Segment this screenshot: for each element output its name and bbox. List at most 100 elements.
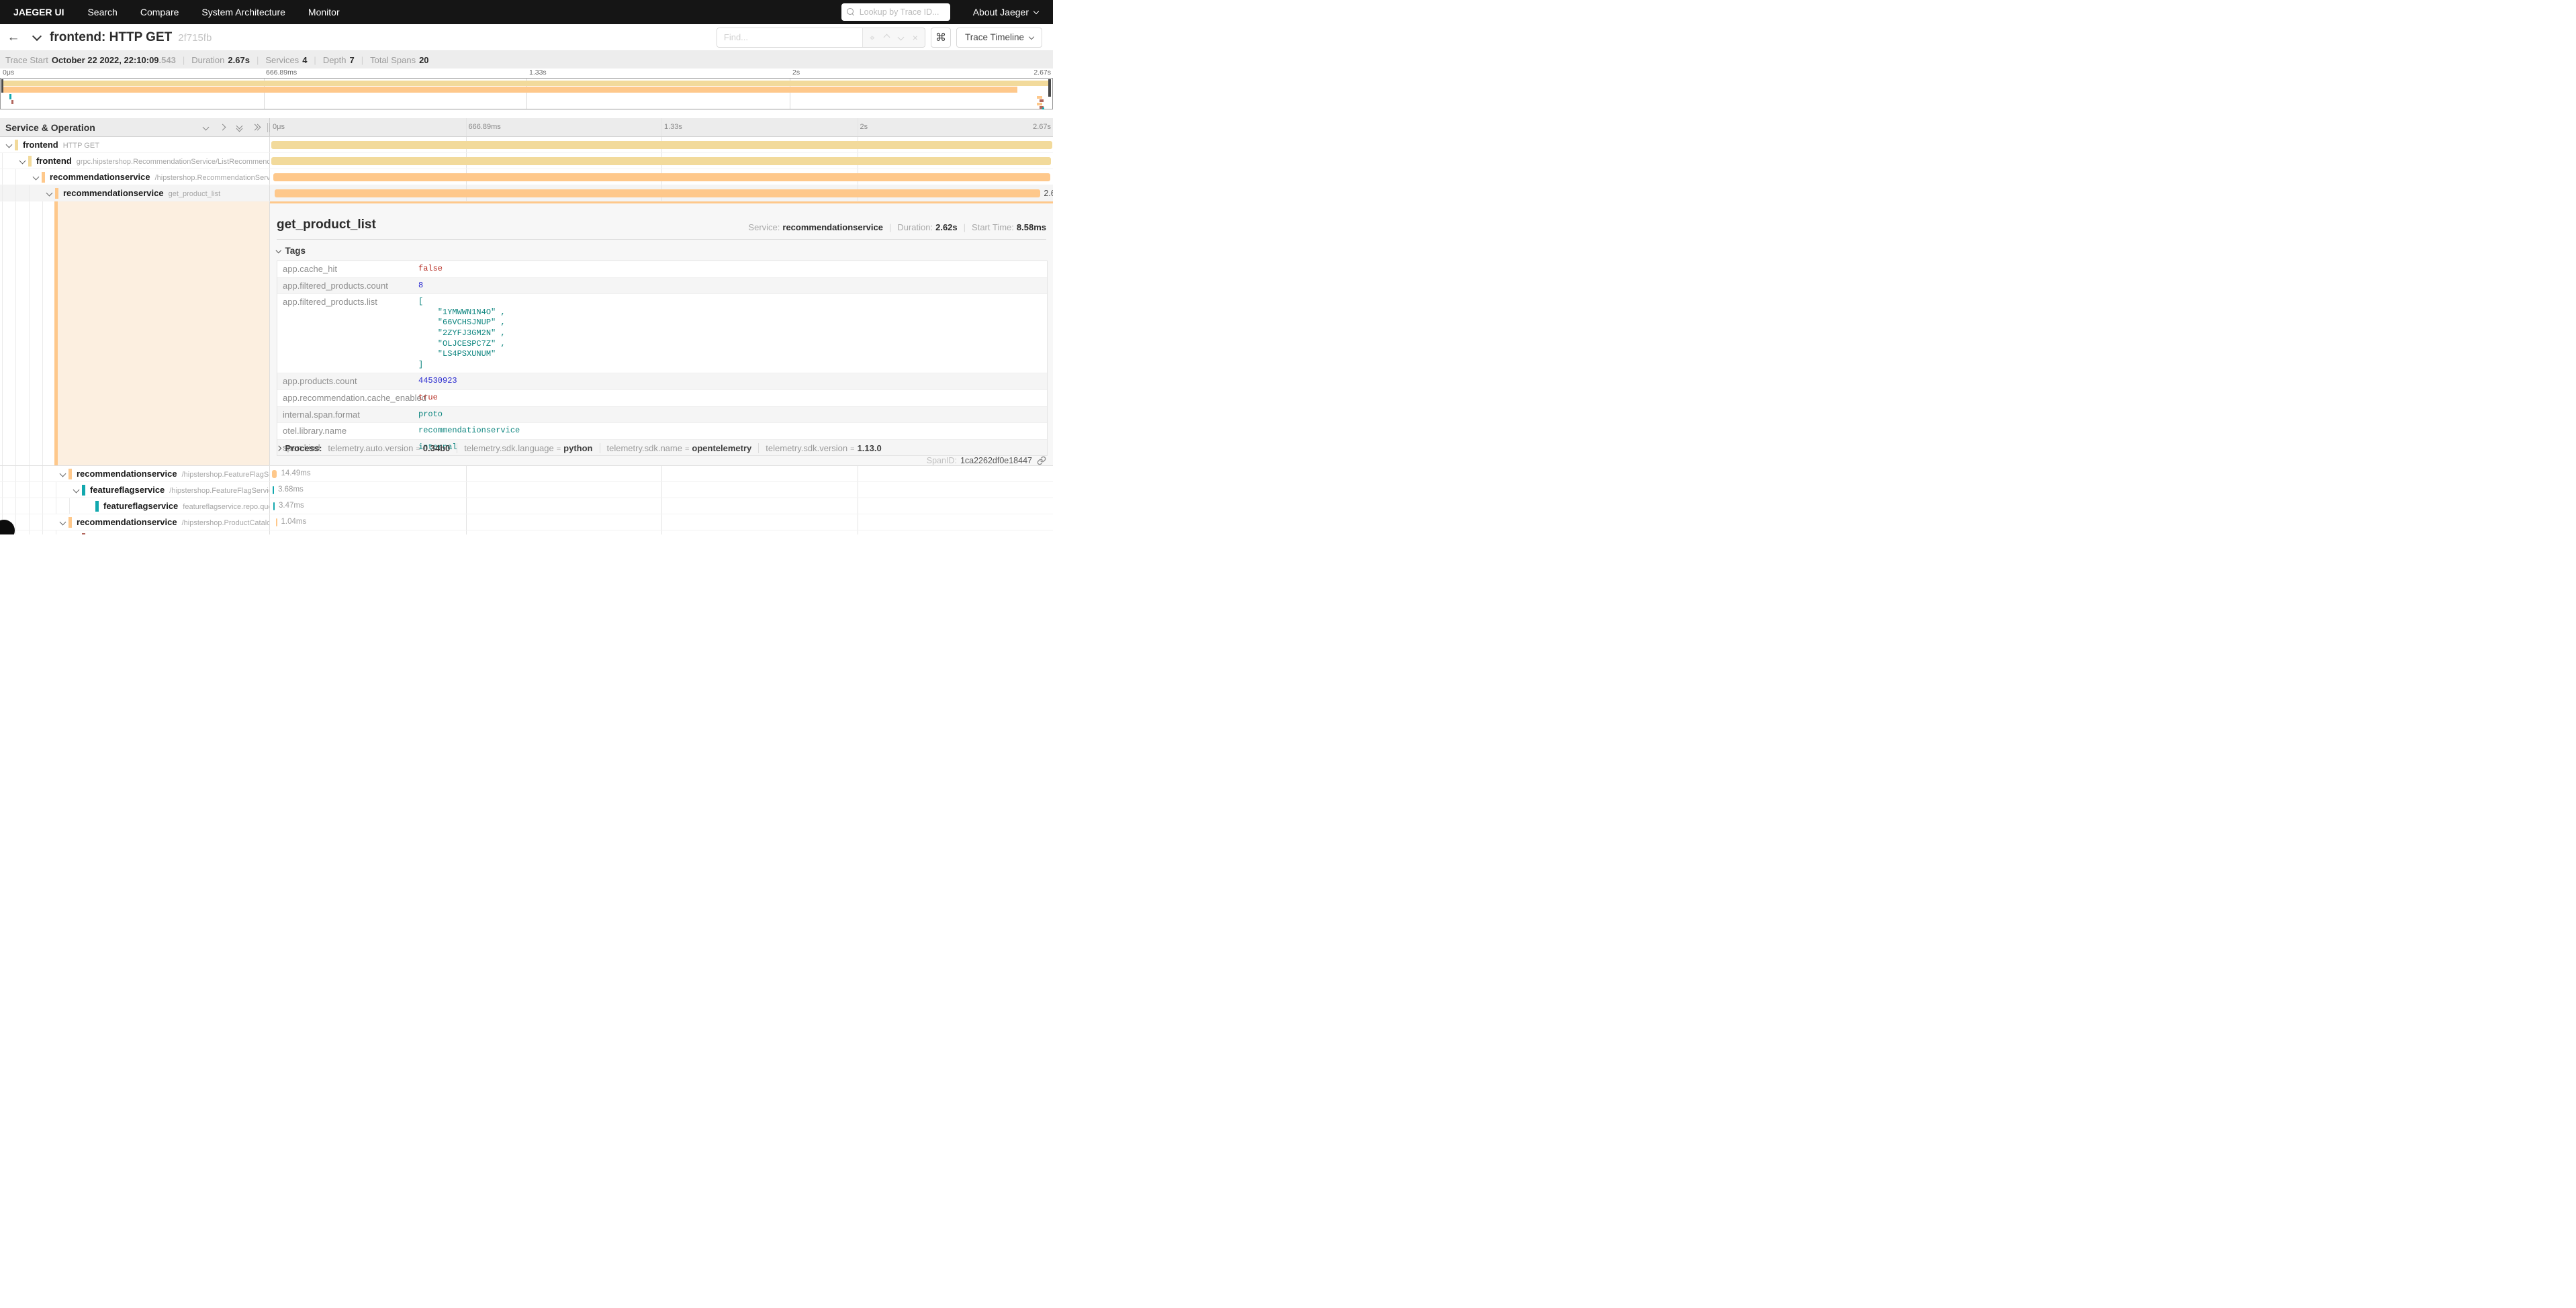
span-timeline-cell[interactable]	[270, 169, 1053, 185]
span-timeline-cell[interactable]: 2.62s	[270, 185, 1053, 201]
nav-item-monitor[interactable]: Monitor	[297, 7, 351, 17]
span-row[interactable]: frontendHTTP GET	[0, 137, 1053, 153]
collapse-trace-chevron-icon[interactable]	[32, 31, 42, 40]
minimap-left-scrubber[interactable]	[1, 79, 3, 93]
prev-result-icon[interactable]	[883, 34, 890, 41]
span-operation-name: /hipstershop.FeatureFlagService/Ge...	[169, 487, 270, 495]
span-timeline-cell[interactable]: 14.49ms	[270, 466, 1053, 481]
span-row[interactable]: recommendationservice/hipstershop.Recomm…	[0, 169, 1053, 185]
process-section-toggle[interactable]: Process:telemetry.auto.version=0.34b0tel…	[277, 443, 882, 453]
span-row[interactable]	[0, 530, 1053, 534]
trace-id: 2f715fb	[178, 32, 212, 44]
tags-section-toggle[interactable]: Tags	[277, 246, 306, 256]
span-name-cell[interactable]: recommendationservice/hipstershop.Produc…	[0, 514, 270, 530]
span-collapse-chevron-icon[interactable]	[19, 158, 26, 165]
tag-row: app.recommendation.cache_enabledtrue	[277, 390, 1047, 407]
indent-guide	[15, 514, 16, 530]
back-button[interactable]: ←	[0, 30, 27, 45]
span-name-cell[interactable]: recommendationservice/hipstershop.Featur…	[0, 466, 270, 481]
span-duration-bar[interactable]	[271, 141, 1052, 149]
span-duration-bar[interactable]	[273, 502, 275, 510]
trace-view-selector[interactable]: Trace Timeline	[956, 28, 1042, 48]
span-duration-bar[interactable]	[272, 470, 277, 478]
span-list-header: Service & Operation 0μs666.89ms1.33s2s2.…	[0, 118, 1053, 137]
find-input[interactable]	[717, 28, 862, 47]
app-brand[interactable]: JAEGER UI	[0, 7, 76, 17]
span-duration-bar[interactable]	[273, 486, 274, 494]
span-name-cell[interactable]: recommendationserviceget_product_list	[0, 185, 270, 201]
clear-find-icon[interactable]: ×	[913, 33, 918, 42]
span-timeline-cell[interactable]: 1.04ms	[270, 514, 1053, 530]
collapse-all-icon[interactable]	[236, 124, 243, 132]
span-operation-name: /hipstershop.FeatureFlagService...	[182, 471, 270, 479]
expand-one-icon[interactable]	[220, 124, 226, 132]
minimap-span-recommendation	[3, 87, 1017, 93]
span-row[interactable]: recommendationservice/hipstershop.Produc…	[0, 514, 1053, 530]
span-row[interactable]: recommendationservice/hipstershop.Featur…	[0, 466, 1053, 482]
span-name-cell[interactable]: frontendgrpc.hipstershop.RecommendationS…	[0, 153, 270, 169]
minimap-right-scrubber[interactable]	[1048, 79, 1051, 97]
keyboard-shortcuts-button[interactable]: ⌘	[931, 28, 951, 48]
span-detail-title: get_product_list	[277, 218, 376, 232]
timeline-gridline	[661, 466, 662, 481]
span-duration-bar[interactable]	[276, 518, 277, 526]
collapse-one-icon[interactable]	[203, 124, 210, 132]
span-duration-bar[interactable]	[273, 173, 1050, 181]
tag-row: app.products.count44530923	[277, 373, 1047, 390]
span-operation-name: grpc.hipstershop.RecommendationService/L…	[77, 158, 270, 166]
span-timeline-cell[interactable]: 3.68ms	[270, 482, 1053, 498]
span-name-cell[interactable]: featureflagservice/hipstershop.FeatureFl…	[0, 482, 270, 498]
locate-icon[interactable]: ⌖	[870, 33, 875, 42]
span-collapse-chevron-icon[interactable]	[33, 174, 40, 181]
indent-guide	[2, 153, 3, 169]
timeline-minimap[interactable]	[0, 78, 1053, 109]
span-timeline-cell[interactable]	[270, 153, 1053, 169]
span-collapse-chevron-icon[interactable]	[6, 142, 13, 148]
stat-separator: |	[361, 55, 363, 65]
span-row[interactable]: recommendationserviceget_product_list 2.6…	[0, 185, 1053, 201]
tag-value: 44530923	[418, 373, 457, 389]
span-name-cell[interactable]: frontendHTTP GET	[0, 137, 270, 152]
span-name-cell[interactable]: featureflagservicefeatureflagservice.rep…	[0, 498, 270, 514]
tag-row: app.filtered_products.count8	[277, 278, 1047, 295]
span-name-cell[interactable]: recommendationservice/hipstershop.Recomm…	[0, 169, 270, 185]
span-row[interactable]: frontendgrpc.hipstershop.RecommendationS…	[0, 153, 1053, 169]
minimap-span-tick	[11, 100, 13, 104]
span-collapse-chevron-icon[interactable]	[73, 487, 80, 494]
span-duration-label: 1.04ms	[281, 518, 306, 526]
span-collapse-chevron-icon[interactable]	[60, 519, 66, 526]
span-duration-bar[interactable]	[271, 157, 1051, 165]
nav-item-system-architecture[interactable]: System Architecture	[190, 7, 297, 17]
span-collapse-chevron-icon[interactable]	[46, 190, 53, 197]
chevron-down-icon	[1029, 34, 1034, 39]
service-color-bar	[68, 469, 72, 479]
span-timeline-cell[interactable]: 3.47ms	[270, 498, 1053, 514]
span-row[interactable]: featureflagservice/hipstershop.FeatureFl…	[0, 482, 1053, 498]
stat-trace-start: Trace StartOctober 22 2022, 22:10:09.543	[5, 55, 176, 65]
trace-lookup-input[interactable]	[860, 7, 940, 17]
span-duration-bar[interactable]	[275, 189, 1040, 197]
indent-guide	[15, 530, 16, 534]
indent-guide	[42, 466, 43, 481]
deep-link-icon[interactable]	[1037, 456, 1046, 465]
span-timeline-cell[interactable]	[270, 530, 1053, 534]
nav-item-compare[interactable]: Compare	[129, 7, 191, 17]
span-timeline-cell[interactable]	[270, 137, 1053, 152]
span-duration-label: 2.62s	[1044, 189, 1053, 198]
top-nav: JAEGER UI SearchCompareSystem Architectu…	[0, 0, 1053, 24]
indent-guide	[2, 169, 3, 185]
timeline-gridline	[661, 514, 662, 530]
nav-item-search[interactable]: Search	[76, 7, 128, 17]
span-row[interactable]: featureflagservicefeatureflagservice.rep…	[0, 498, 1053, 514]
span-operation-name: featureflagservice.repo.query:fe...	[183, 503, 270, 511]
tag-row: internal.span.formatproto	[277, 407, 1047, 424]
next-result-icon[interactable]	[897, 34, 904, 41]
about-jaeger-menu[interactable]: About Jaeger	[973, 7, 1038, 17]
expand-all-icon[interactable]	[253, 124, 260, 132]
minimap-span-tick	[1037, 103, 1042, 105]
stat-separator: |	[183, 55, 185, 65]
span-name-cell[interactable]	[0, 530, 270, 534]
trace-lookup-box[interactable]	[841, 3, 950, 21]
service-operation-header: Service & Operation	[0, 122, 95, 133]
span-collapse-chevron-icon[interactable]	[60, 471, 66, 477]
